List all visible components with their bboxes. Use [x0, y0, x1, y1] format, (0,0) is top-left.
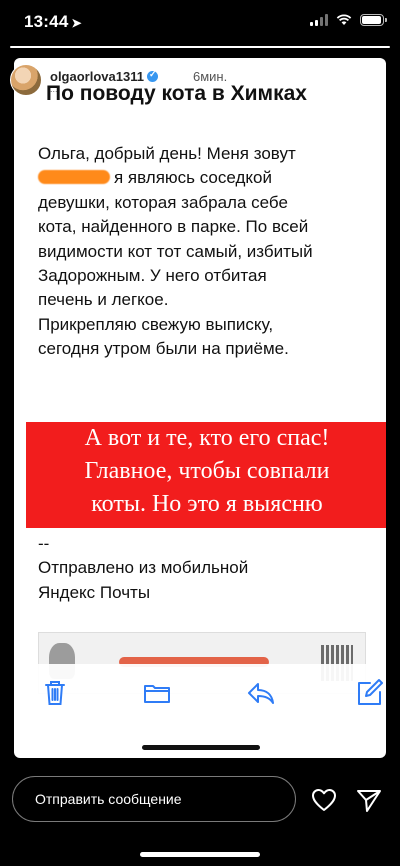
story-header: olgaorlova1311 6мин. ... — [10, 62, 390, 102]
mail-toolbar — [14, 664, 386, 734]
screenshot-home-indicator — [142, 745, 260, 750]
overlay-caption-line: коты. Но это я выясню — [91, 491, 323, 517]
message-input[interactable]: Отправить сообщение — [12, 776, 296, 822]
signature-line: -- — [38, 534, 50, 553]
story-subline: ... — [50, 84, 58, 94]
home-indicator — [140, 852, 260, 857]
avatar[interactable] — [10, 64, 42, 96]
email-body: Ольга, добрый день! Меня зовут я являюсь… — [38, 142, 378, 362]
email-body-line: Прикрепляю свежую выписку, — [38, 314, 274, 334]
email-body-line: Задорожным. У него отбитая — [38, 266, 267, 286]
message-input-placeholder: Отправить сообщение — [35, 791, 182, 807]
trash-icon[interactable] — [40, 678, 70, 708]
email-body-line: девушки, которая забрала себе — [38, 192, 288, 212]
battery-icon — [360, 14, 387, 26]
reply-icon[interactable] — [246, 678, 276, 708]
close-icon[interactable] — [358, 66, 386, 94]
folder-icon[interactable] — [142, 678, 172, 708]
email-body-line: кота, найденного в парке. По всей — [38, 217, 309, 237]
signal-icon — [310, 14, 328, 26]
send-icon[interactable] — [356, 788, 382, 814]
email-body-line: печень и легкое. — [38, 290, 169, 310]
heart-icon[interactable] — [311, 788, 337, 812]
story-content[interactable]: По поводу кота в Химках Ольга, добрый де… — [14, 58, 386, 758]
status-bar: 13:44 ➤ — [0, 0, 400, 48]
overlay-caption-line: Главное, чтобы совпали — [84, 458, 330, 484]
status-icons — [310, 14, 387, 26]
location-arrow-icon: ➤ — [71, 16, 82, 30]
story-username[interactable]: olgaorlova1311 — [50, 69, 158, 84]
email-body-line: я являюсь соседкой — [38, 166, 378, 190]
story-time: 6мин. — [193, 69, 228, 84]
signature-line: Отправлено из мобильной — [38, 558, 249, 578]
overlay-caption: А вот и те, кто его спас! Главное, чтобы… — [26, 422, 386, 528]
status-time: 13:44 ➤ — [24, 12, 82, 31]
email-signature: -- Отправлено из мобильной Яндекс Почты — [38, 532, 248, 605]
signature-line: Яндекс Почты — [38, 582, 151, 602]
compose-icon[interactable] — [354, 678, 384, 708]
redacted-name — [38, 170, 110, 185]
email-body-line: Ольга, добрый день! Меня зовут — [38, 144, 296, 163]
overlay-caption-line: А вот и те, кто его спас! — [84, 425, 330, 451]
story-progress-bar — [10, 46, 390, 48]
email-body-line: сегодня утром были на приёме. — [38, 339, 289, 359]
verified-badge-icon — [146, 69, 158, 82]
wifi-icon — [336, 14, 352, 25]
email-body-line: видимости кот тот самый, избитый — [38, 241, 313, 261]
